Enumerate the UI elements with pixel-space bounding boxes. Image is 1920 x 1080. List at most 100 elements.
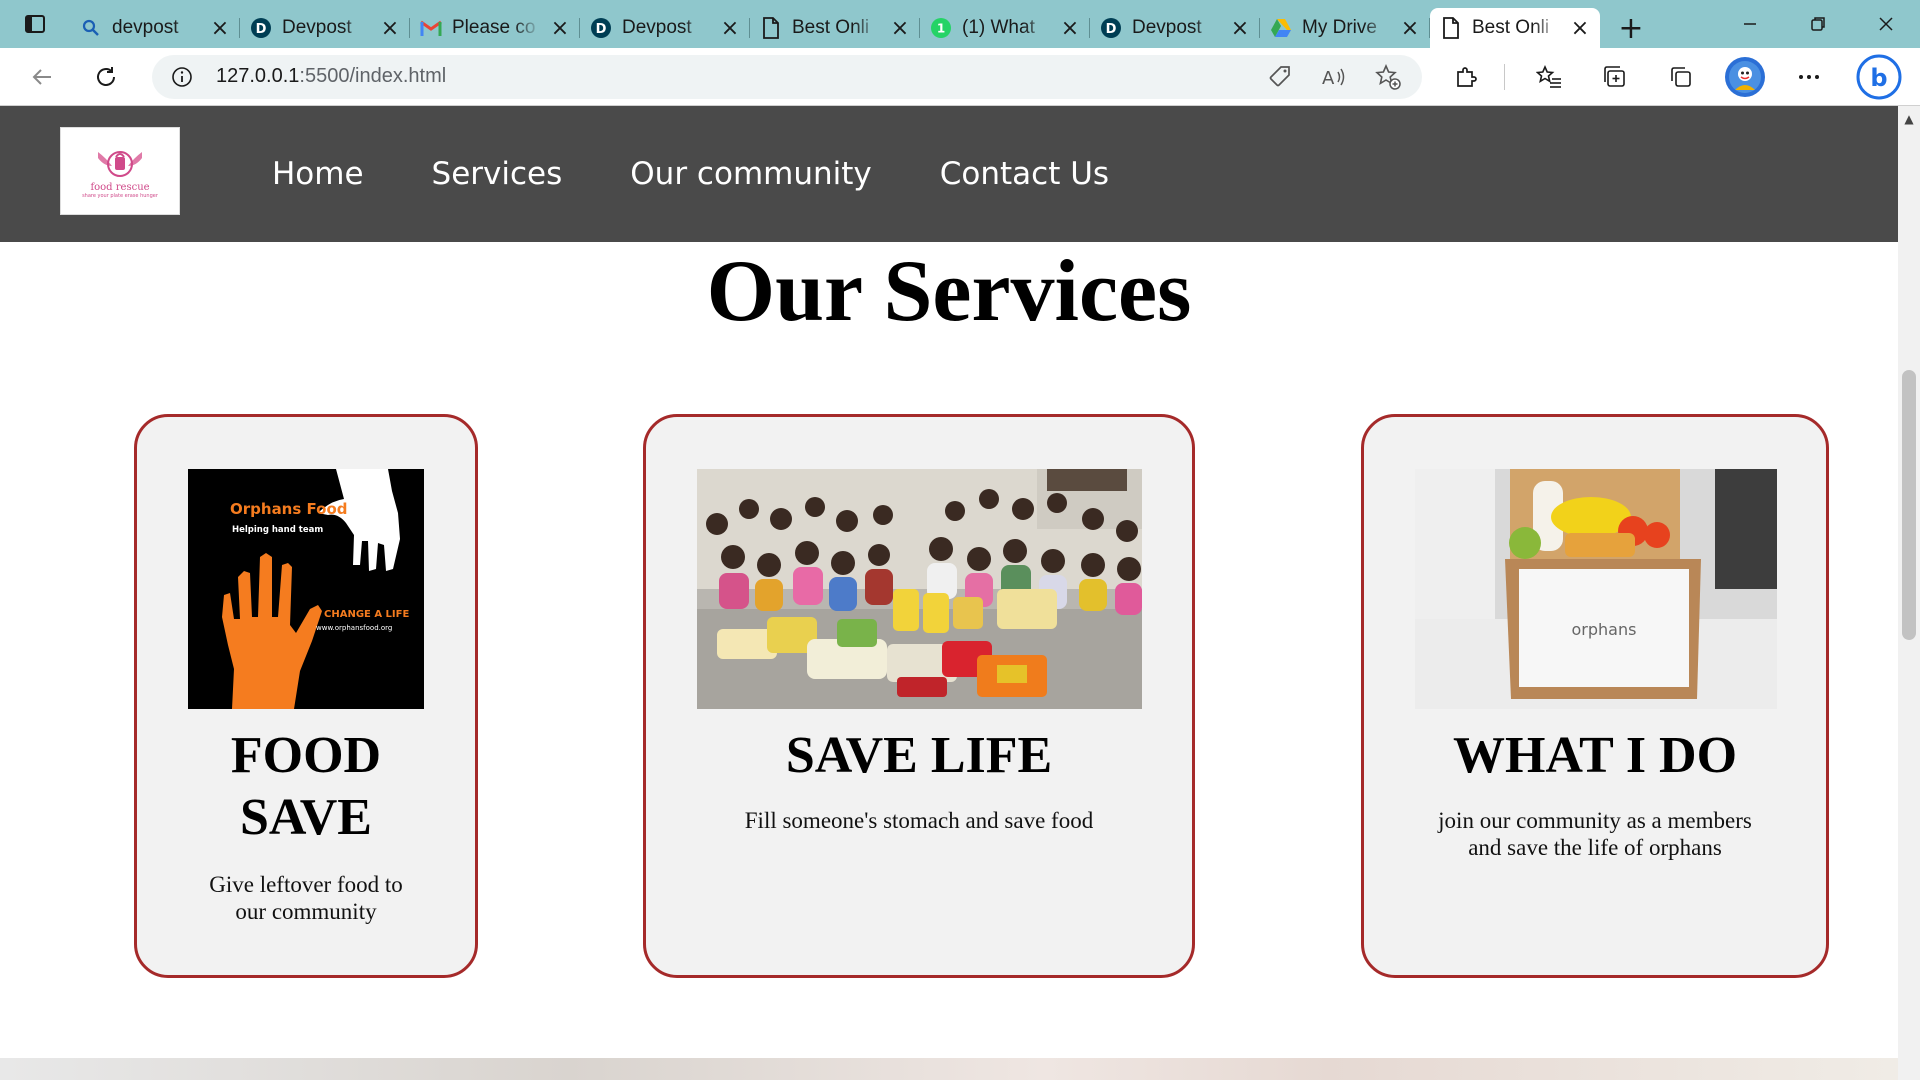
back-button[interactable] (20, 55, 64, 99)
tab-title: My Drive (1302, 17, 1377, 38)
puzzle-icon (1457, 66, 1477, 87)
svg-text:D: D (256, 22, 267, 37)
shopping-button[interactable] (1260, 57, 1300, 97)
more-icon (1799, 74, 1819, 79)
tab-gmail[interactable]: Please co × (410, 8, 580, 48)
card-description-line2: our community (235, 899, 377, 924)
tab-title: (1) What (962, 17, 1035, 38)
close-icon[interactable]: × (1230, 16, 1250, 41)
minimize-icon (1744, 23, 1756, 25)
nav-community-link[interactable]: Our community (630, 156, 871, 192)
toolbar-separator (1504, 63, 1505, 90)
restore-icon (1811, 17, 1825, 31)
scroll-up-arrow-icon[interactable]: ▲ (1898, 110, 1920, 128)
tab-best-online-active[interactable]: Best Onli × (1430, 8, 1600, 48)
favorites-button[interactable] (1527, 55, 1571, 99)
section-title: Our Services (706, 243, 1192, 340)
collections-icon (1604, 65, 1625, 87)
card-description-line1: join our community as a members (1438, 808, 1752, 833)
scrollbar-thumb[interactable] (1902, 370, 1916, 640)
nav-contact-link[interactable]: Contact Us (940, 156, 1109, 192)
close-icon (1879, 17, 1893, 31)
close-window-button[interactable] (1852, 0, 1920, 48)
new-tab-button[interactable]: + (1608, 8, 1654, 48)
box-label: orphans (1572, 620, 1637, 639)
children-donation-image (697, 469, 1142, 709)
nav-services-link[interactable]: Services (432, 156, 563, 192)
browser-toolbar: 127.0.0.1:5500/index.html A b (0, 48, 1920, 106)
workspaces-button[interactable] (1659, 55, 1703, 99)
helping-hands-illustration: Orphans Food Helping hand team CHANGE A … (188, 469, 424, 709)
extensions-button[interactable] (1444, 55, 1488, 99)
close-icon[interactable]: × (1060, 16, 1080, 41)
refresh-icon (97, 66, 115, 86)
tab-title: devpost (112, 17, 179, 38)
image-subheadline: Helping hand team (232, 525, 323, 535)
add-favorite-button[interactable] (1368, 57, 1408, 97)
star-add-icon (1375, 63, 1401, 90)
site-info-button[interactable] (166, 61, 198, 93)
tab-my-drive[interactable]: My Drive × (1260, 8, 1430, 48)
minimize-button[interactable] (1716, 0, 1784, 48)
whatsapp-icon: 1 (930, 17, 952, 39)
devpost-icon: D (250, 17, 272, 39)
image-cta: CHANGE A LIFE (324, 609, 409, 620)
tab-devpost-search[interactable]: devpost × (70, 8, 240, 48)
devpost-icon: D (590, 17, 612, 39)
site-logo[interactable]: food rescue share your plate erase hunge… (60, 127, 180, 215)
copy-icon (1671, 66, 1691, 87)
card-title-line1: FOOD (230, 727, 382, 784)
page-icon (1440, 17, 1462, 39)
tab-devpost-3[interactable]: D Devpost × (1090, 8, 1260, 48)
logo-name: food rescue (90, 181, 150, 193)
tab-whatsapp[interactable]: 1 (1) What × (920, 8, 1090, 48)
close-icon[interactable]: × (1400, 16, 1420, 41)
next-section-preview (0, 1058, 1898, 1080)
tab-actions-button[interactable] (0, 0, 70, 48)
bing-copilot-button[interactable]: b (1855, 53, 1903, 101)
refresh-button[interactable] (84, 55, 128, 99)
url-text[interactable]: 127.0.0.1:5500/index.html (216, 65, 1246, 88)
close-icon[interactable]: × (210, 16, 230, 41)
svg-text:D: D (1106, 22, 1117, 37)
close-icon[interactable]: × (1570, 16, 1590, 41)
tab-title: Devpost (282, 17, 352, 38)
food-rescue-logo-icon (98, 150, 142, 177)
children-photo (697, 469, 1142, 709)
tab-title: Best Onli (792, 17, 870, 38)
avatar-icon (1729, 60, 1761, 93)
close-icon[interactable]: × (550, 16, 570, 41)
page-scrollbar[interactable]: ▲ (1898, 106, 1920, 1080)
svg-text:b: b (1870, 64, 1887, 92)
read-aloud-icon: A (1322, 68, 1345, 89)
plus-icon: + (1618, 10, 1644, 46)
tab-strip: devpost × D Devpost × Please co × D Devp… (0, 0, 1920, 48)
card-description-line1: Give leftover food to (209, 872, 403, 897)
close-icon[interactable]: × (720, 16, 740, 41)
tab-devpost-1[interactable]: D Devpost × (240, 8, 410, 48)
restore-button[interactable] (1784, 0, 1852, 48)
card-title-line2: SAVE (239, 789, 372, 846)
svg-text:D: D (596, 22, 607, 37)
tab-devpost-2[interactable]: D Devpost × (580, 8, 750, 48)
donation-box-image: orphans (1415, 469, 1777, 709)
page-viewport: food rescue share your plate erase hunge… (0, 106, 1898, 1080)
tab-title: Devpost (1132, 17, 1202, 38)
tab-title: Devpost (622, 17, 692, 38)
profile-avatar[interactable] (1725, 56, 1765, 97)
settings-more-button[interactable] (1787, 55, 1831, 99)
tab-title: Please co (452, 17, 536, 38)
address-bar[interactable]: 127.0.0.1:5500/index.html A (152, 54, 1422, 99)
card-title: SAVE LIFE (785, 727, 1053, 784)
close-icon[interactable]: × (380, 16, 400, 41)
read-aloud-button[interactable]: A (1314, 57, 1354, 97)
tab-best-online-1[interactable]: Best Onli × (750, 8, 920, 48)
donation-box-photo: orphans (1415, 469, 1777, 709)
svg-text:A: A (1322, 68, 1335, 89)
orphans-food-image: Orphans Food Helping hand team CHANGE A … (188, 469, 424, 709)
collections-button[interactable] (1593, 55, 1637, 99)
nav-home-link[interactable]: Home (272, 156, 364, 192)
close-icon[interactable]: × (890, 16, 910, 41)
drive-icon (1270, 17, 1292, 39)
window-controls (1716, 0, 1920, 48)
